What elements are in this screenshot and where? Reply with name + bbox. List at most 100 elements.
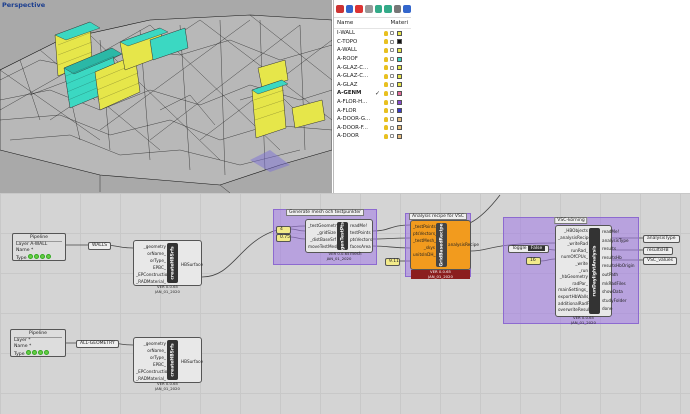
lock-icon[interactable] (390, 39, 394, 44)
perspective-viewport[interactable]: Perspective (0, 0, 332, 193)
lock-icon[interactable] (390, 31, 394, 36)
create-hb-surfaces-geometry[interactable]: _geometry orName_ orType_ EPBC_ _EPConstruct… (133, 337, 203, 390)
port-label[interactable]: orType_ (136, 257, 166, 264)
grid-size-input[interactable]: 4 (276, 226, 291, 234)
port-label[interactable]: _testGeometry (308, 222, 339, 229)
layer-color-swatch[interactable] (397, 56, 402, 62)
port-label[interactable]: orName_ (136, 250, 166, 257)
port-label[interactable]: _geometry (136, 243, 166, 250)
new-layer-icon[interactable] (336, 4, 344, 13)
layer-row[interactable]: A-DOOR-G... (334, 115, 411, 124)
port-label[interactable]: results (602, 245, 635, 254)
port-label[interactable]: runRad_ (558, 248, 588, 255)
layer-row[interactable]: A-DOOR (334, 132, 411, 141)
visibility-bulb-icon[interactable] (384, 73, 388, 79)
port-label[interactable]: mkRadFiles (602, 280, 635, 289)
port-label[interactable]: _EPConstruction_ (136, 368, 172, 375)
gen-test-points-component[interactable]: _testGeometry _gridSize _distBaseSrf moveTe… (305, 219, 373, 260)
visibility-bulb-icon[interactable] (384, 116, 388, 122)
all-geometry-relay[interactable]: ALL-GEOMETRY (76, 340, 119, 348)
cpu-count-input[interactable]: 16 (526, 257, 541, 265)
analysis-type-relay[interactable]: analysisType (643, 235, 680, 243)
viewport-title[interactable]: Perspective (2, 1, 45, 9)
layer-row[interactable]: I-WALL (334, 29, 411, 38)
port-label[interactable]: analysisRecipe (448, 241, 479, 248)
port-label[interactable]: moveTestMesh_ (308, 243, 341, 250)
port-label[interactable]: showData (602, 288, 635, 297)
port-label[interactable]: HBSurface (181, 261, 203, 268)
port-label[interactable]: testPoints (350, 229, 372, 236)
port-label[interactable]: _hbGeometry (558, 274, 588, 281)
port-label[interactable]: orName_ (136, 347, 166, 354)
type-toggles-2[interactable] (26, 350, 50, 355)
port-label[interactable]: readMe! (350, 222, 372, 229)
layer-row[interactable]: A-FLOR (334, 106, 411, 115)
lock-icon[interactable] (390, 82, 394, 87)
port-label[interactable]: ptsVectors_ (413, 230, 437, 237)
tools-icon[interactable] (403, 4, 411, 13)
toggle-value[interactable]: False (527, 246, 546, 251)
port-label[interactable]: HBSurface (181, 358, 203, 365)
visibility-bulb-icon[interactable] (384, 125, 388, 131)
port-label[interactable]: analysisType (602, 237, 635, 246)
port-label[interactable]: _geometry (136, 340, 166, 347)
layer-row[interactable]: A-DOOR-F... (334, 124, 411, 133)
edit-icon[interactable] (364, 4, 373, 13)
port-label[interactable]: _gridSize (308, 229, 336, 236)
port-label[interactable]: _testMesh_ (413, 237, 436, 244)
port-label[interactable]: unitsInDH_ (413, 251, 436, 258)
lock-icon[interactable] (390, 74, 394, 79)
move-up-icon[interactable] (374, 4, 383, 13)
port-label[interactable]: _testPoints (413, 223, 436, 230)
layer-row[interactable]: A-ROOF (334, 55, 411, 64)
layer-row[interactable]: A-FLOR-H... (334, 98, 411, 107)
create-hb-surfaces-walls[interactable]: _geometry orName_ orType_ EPBC_ _EPConstruct… (133, 240, 203, 293)
visibility-bulb-icon[interactable] (384, 47, 388, 53)
port-label[interactable]: _write (558, 261, 588, 268)
port-label[interactable]: additionalRadFiles_ (558, 301, 598, 308)
port-label[interactable]: _distBaseSrf (308, 236, 336, 243)
layer-color-swatch[interactable] (397, 30, 402, 36)
name-column-header[interactable]: Name (337, 20, 353, 26)
base-distance-input[interactable]: 0.75 (276, 234, 291, 242)
pipeline-walls[interactable]: Pipeline Layer A-WALL Name * Type (12, 233, 66, 261)
port-label[interactable]: _analysisRecipe (558, 235, 591, 242)
visibility-bulb-icon[interactable] (384, 90, 388, 96)
vsc-values-relay[interactable]: VSC_values (643, 257, 677, 265)
layer-row[interactable]: A-GLAZ-C... (334, 63, 411, 72)
port-label[interactable]: EPBC_ (136, 264, 166, 271)
visibility-bulb-icon[interactable] (384, 30, 388, 36)
lock-icon[interactable] (390, 57, 394, 62)
visibility-bulb-icon[interactable] (384, 39, 388, 45)
layer-color-swatch[interactable] (397, 73, 402, 79)
layer-color-swatch[interactable] (397, 39, 402, 45)
grasshopper-canvas[interactable]: Pipeline Layer A-WALL Name * Type WALLS … (0, 193, 690, 414)
port-label[interactable]: resultsHbOrigin (602, 262, 635, 271)
results-hb-relay[interactable]: resultsHB (643, 247, 673, 255)
port-label[interactable]: _skys (413, 244, 435, 251)
layer-color-swatch[interactable] (397, 65, 402, 71)
lock-icon[interactable] (390, 91, 394, 96)
grid-based-recipe-component[interactable]: _testPoints ptsVectors_ _testMesh_ _skys uni… (410, 220, 479, 279)
walls-relay[interactable]: WALLS (88, 242, 112, 250)
delete-layer-icon[interactable] (355, 4, 363, 13)
toggle-run[interactable]: Toggle False (508, 245, 550, 253)
port-label[interactable]: readMe! (602, 228, 635, 237)
filter-icon[interactable] (393, 4, 402, 13)
port-label[interactable]: resultsHb (602, 254, 635, 263)
port-label[interactable]: outPath (602, 271, 635, 280)
lock-icon[interactable] (390, 48, 394, 53)
port-label[interactable]: mainSettings_ (558, 287, 588, 294)
port-label[interactable]: orType_ (136, 354, 166, 361)
layer-color-swatch[interactable] (397, 116, 402, 122)
layer-color-swatch[interactable] (397, 47, 402, 53)
visibility-bulb-icon[interactable] (384, 82, 388, 88)
layer-color-swatch[interactable] (397, 125, 402, 131)
layer-row[interactable]: A-GLAZ (334, 81, 411, 90)
port-label[interactable]: facesArea (350, 243, 372, 250)
port-label[interactable]: _EPConstruction_ (136, 271, 172, 278)
layer-row[interactable]: A-WALL (334, 46, 411, 55)
material-column-header[interactable]: Materi (391, 20, 408, 26)
lock-icon[interactable] (390, 65, 394, 70)
move-down-icon[interactable] (384, 4, 392, 13)
